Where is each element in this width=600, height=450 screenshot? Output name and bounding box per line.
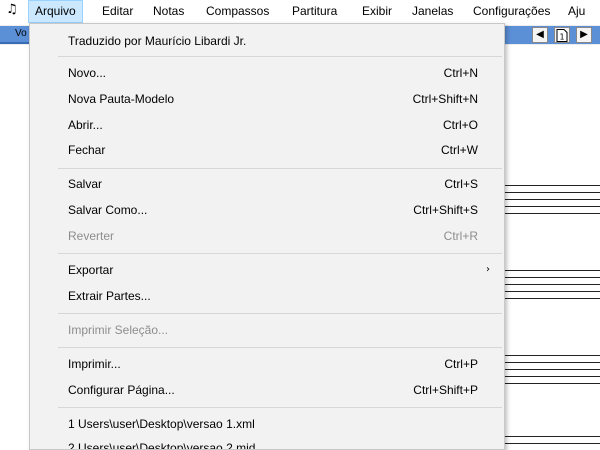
toolbar-left-segment[interactable]: Vo [0, 26, 30, 44]
save-label: Salvar [68, 177, 103, 191]
page-indicator[interactable]: 1 [554, 27, 570, 43]
menu-partitura[interactable]: Partitura [292, 0, 337, 23]
submenu-arrow-icon: › [486, 264, 490, 275]
menu-item-new-template[interactable]: Nova Pauta-Modelo Ctrl+Shift+N [30, 88, 504, 110]
menu-separator [58, 168, 502, 169]
menu-item-credit[interactable]: Traduzido por Maurício Libardi Jr. [30, 30, 504, 52]
menu-arquivo[interactable]: Arquivo [28, 0, 83, 23]
menu-item-revert: Reverter Ctrl+R [30, 225, 504, 247]
open-label: Abrir... [68, 118, 103, 132]
new-template-shortcut: Ctrl+Shift+N [412, 92, 478, 106]
menu-compassos[interactable]: Compassos [206, 0, 269, 23]
new-label: Novo... [68, 66, 107, 80]
chevron-right-icon: ▶ [580, 29, 588, 40]
print-label: Imprimir... [68, 357, 121, 371]
menu-notas[interactable]: Notas [153, 0, 184, 23]
menu-separator [58, 56, 502, 57]
toolbar-left-label: Vo [15, 28, 27, 39]
menu-janelas[interactable]: Janelas [412, 0, 453, 23]
menu-item-new[interactable]: Novo... Ctrl+N [30, 62, 504, 84]
save-as-label: Salvar Como... [68, 203, 148, 217]
menu-configuracoes[interactable]: Configurações [473, 0, 550, 23]
new-shortcut: Ctrl+N [443, 66, 478, 80]
staff-1 [504, 185, 600, 214]
export-label: Exportar [68, 263, 114, 277]
page-icon: 1 [556, 29, 568, 42]
close-label: Fechar [68, 143, 106, 157]
credit-label: Traduzido por Maurício Libardi Jr. [68, 34, 247, 48]
open-shortcut: Ctrl+O [442, 118, 478, 132]
menu-separator [58, 407, 502, 408]
menu-separator [58, 253, 502, 254]
chevron-left-icon: ◀ [536, 29, 544, 40]
close-shortcut: Ctrl+W [441, 143, 478, 157]
next-page-button[interactable]: ▶ [576, 27, 592, 43]
menu-item-save[interactable]: Salvar Ctrl+S [30, 173, 504, 195]
recent-file-1-label: 1 Users\user\Desktop\versao 1.xml [68, 417, 255, 431]
print-shortcut: Ctrl+P [444, 357, 478, 371]
revert-shortcut: Ctrl+R [443, 229, 478, 243]
menu-exibir[interactable]: Exibir [362, 0, 392, 23]
page-setup-shortcut: Ctrl+Shift+P [413, 383, 478, 397]
menu-item-page-setup[interactable]: Configurar Página... Ctrl+Shift+P [30, 379, 504, 401]
menu-item-export[interactable]: Exportar › [30, 259, 504, 281]
print-selection-label: Imprimir Seleção... [68, 323, 169, 337]
music-note-icon[interactable]: ♫ [6, 2, 18, 17]
menu-item-extract-parts[interactable]: Extrair Partes... [30, 285, 504, 307]
menu-item-open[interactable]: Abrir... Ctrl+O [30, 114, 504, 136]
menu-item-save-as[interactable]: Salvar Como... Ctrl+Shift+S [30, 199, 504, 221]
menu-ajuda[interactable]: Aju [568, 0, 585, 23]
page-number: 1 [559, 33, 564, 42]
page-navigator: ◀ 1 ▶ [505, 26, 600, 44]
menu-item-recent-1[interactable]: 1 Users\user\Desktop\versao 1.xml [30, 413, 504, 435]
save-as-shortcut: Ctrl+Shift+S [413, 203, 478, 217]
page-setup-label: Configurar Página... [68, 383, 175, 397]
menu-item-close[interactable]: Fechar Ctrl+W [30, 139, 504, 161]
menu-item-print-selection: Imprimir Seleção... [30, 319, 504, 341]
staff-4 [504, 436, 600, 450]
menu-separator [58, 347, 502, 348]
menu-item-recent-2[interactable]: 2 Users\user\Desktop\versao 2.mid [30, 437, 504, 450]
staff-3 [504, 355, 600, 384]
extract-parts-label: Extrair Partes... [68, 289, 151, 303]
recent-file-2-label: 2 Users\user\Desktop\versao 2.mid [68, 441, 256, 450]
revert-label: Reverter [68, 229, 115, 243]
menu-editar[interactable]: Editar [102, 0, 133, 23]
previous-page-button[interactable]: ◀ [532, 27, 548, 43]
menubar: ♫ Arquivo Editar Notas Compassos Partitu… [0, 0, 600, 23]
new-template-label: Nova Pauta-Modelo [68, 92, 175, 106]
file-menu-dropdown: Traduzido por Maurício Libardi Jr. Novo.… [29, 23, 505, 450]
save-shortcut: Ctrl+S [444, 177, 478, 191]
menu-separator [58, 313, 502, 314]
staff-2 [504, 270, 600, 299]
menu-item-print[interactable]: Imprimir... Ctrl+P [30, 353, 504, 375]
